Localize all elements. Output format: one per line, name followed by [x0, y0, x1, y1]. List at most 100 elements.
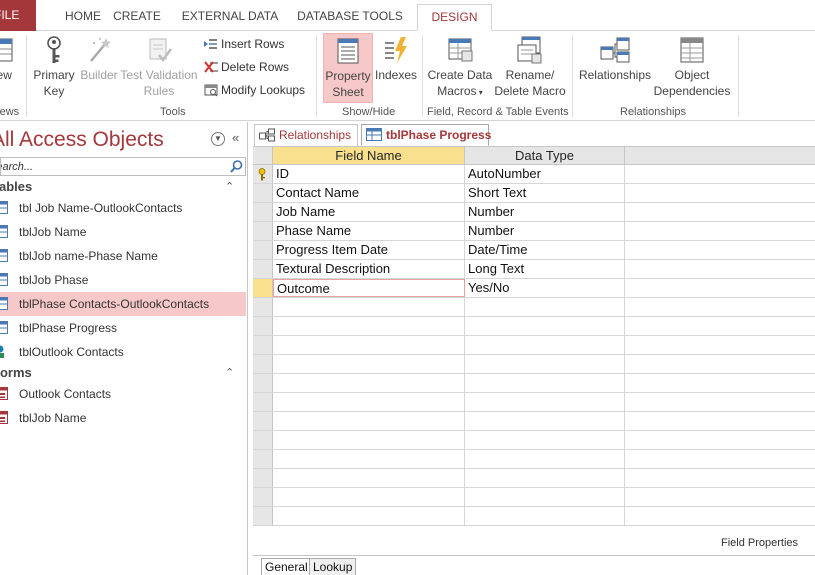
- description-cell[interactable]: [625, 165, 815, 183]
- row-selector[interactable]: [253, 507, 273, 525]
- primary-key-button[interactable]: Primary Key: [31, 33, 77, 103]
- tab-general[interactable]: General: [261, 558, 312, 575]
- tab-external-data[interactable]: EXTERNAL DATA: [178, 4, 282, 31]
- field-name-cell-focused[interactable]: Outcome: [273, 279, 465, 297]
- description-cell[interactable]: [625, 336, 815, 354]
- row-selector[interactable]: [253, 165, 273, 183]
- field-name-cell[interactable]: [273, 317, 465, 335]
- row-selector[interactable]: [253, 393, 273, 411]
- description-cell[interactable]: [625, 431, 815, 449]
- data-type-cell[interactable]: [465, 393, 625, 411]
- field-name-cell[interactable]: [273, 507, 465, 525]
- data-type-cell[interactable]: [465, 298, 625, 316]
- row-selector[interactable]: [253, 374, 273, 392]
- row-selector[interactable]: [253, 260, 273, 278]
- create-data-macros-button[interactable]: Create Data Macros ▾: [426, 33, 494, 103]
- data-type-cell[interactable]: AutoNumber: [465, 165, 625, 183]
- description-cell[interactable]: [625, 184, 815, 202]
- row-selector-header[interactable]: [253, 147, 273, 165]
- data-type-cell[interactable]: Number: [465, 222, 625, 240]
- nav-item-table[interactable]: tblJob name-Phase Name: [0, 244, 246, 268]
- row-selector[interactable]: [253, 317, 273, 335]
- nav-item-table[interactable]: tblJob Name: [0, 220, 246, 244]
- description-cell[interactable]: [625, 241, 815, 259]
- description-cell[interactable]: [625, 355, 815, 373]
- description-cell[interactable]: [625, 450, 815, 468]
- data-type-cell[interactable]: Number: [465, 203, 625, 221]
- relationships-button[interactable]: Relationships: [578, 33, 652, 103]
- navigation-search-input[interactable]: [1, 159, 221, 175]
- data-type-cell[interactable]: [465, 507, 625, 525]
- search-icon[interactable]: [229, 159, 244, 174]
- nav-item-table[interactable]: tblOutlook Contacts: [0, 340, 246, 364]
- data-type-cell[interactable]: [465, 431, 625, 449]
- field-name-column-header[interactable]: Field Name: [273, 147, 465, 165]
- data-type-cell[interactable]: Short Text: [465, 184, 625, 202]
- data-type-cell[interactable]: [465, 374, 625, 392]
- description-cell[interactable]: [625, 317, 815, 335]
- field-name-cell[interactable]: [273, 412, 465, 430]
- tab-design[interactable]: DESIGN: [417, 4, 492, 31]
- field-name-cell[interactable]: Phase Name: [273, 222, 465, 240]
- field-name-cell[interactable]: Progress Item Date: [273, 241, 465, 259]
- data-type-cell[interactable]: Yes/No: [465, 279, 625, 297]
- data-type-cell[interactable]: Date/Time: [465, 241, 625, 259]
- object-dependencies-button[interactable]: Object Dependencies: [652, 33, 732, 103]
- row-selector[interactable]: [253, 412, 273, 430]
- field-name-cell[interactable]: ID: [273, 165, 465, 183]
- description-cell[interactable]: [625, 393, 815, 411]
- data-type-cell[interactable]: [465, 469, 625, 487]
- row-selector[interactable]: [253, 203, 273, 221]
- description-cell[interactable]: [625, 412, 815, 430]
- row-selector[interactable]: [253, 450, 273, 468]
- data-type-cell[interactable]: [465, 412, 625, 430]
- row-selector-current[interactable]: [253, 279, 273, 297]
- test-validation-rules-button[interactable]: Test Validation Rules: [120, 33, 198, 103]
- description-cell[interactable]: [625, 469, 815, 487]
- data-type-cell[interactable]: [465, 488, 625, 506]
- rename-delete-macro-button[interactable]: Rename/ Delete Macro: [494, 33, 566, 103]
- doc-tab-tblphase-progress[interactable]: tblPhase Progress: [361, 124, 491, 146]
- builder-button[interactable]: Builder: [78, 33, 120, 103]
- data-type-cell[interactable]: [465, 450, 625, 468]
- nav-item-table[interactable]: tbl Job Name-OutlookContacts: [0, 196, 246, 220]
- navigation-pane-title[interactable]: All Access Objects: [0, 128, 164, 152]
- row-selector[interactable]: [253, 431, 273, 449]
- field-name-cell[interactable]: Textural Description: [273, 260, 465, 278]
- collapse-pane-icon[interactable]: «: [232, 130, 239, 145]
- chevron-down-icon[interactable]: ▼: [211, 132, 225, 146]
- description-cell[interactable]: [625, 507, 815, 525]
- nav-item-table[interactable]: tblPhase Progress: [0, 316, 246, 340]
- tab-lookup[interactable]: Lookup: [309, 558, 357, 575]
- data-type-cell[interactable]: [465, 355, 625, 373]
- field-name-cell[interactable]: Contact Name: [273, 184, 465, 202]
- delete-rows-button[interactable]: Delete Rows: [204, 57, 289, 77]
- field-name-cell[interactable]: Job Name: [273, 203, 465, 221]
- description-cell[interactable]: [625, 203, 815, 221]
- data-type-cell[interactable]: Long Text: [465, 260, 625, 278]
- row-selector[interactable]: [253, 184, 273, 202]
- field-name-cell[interactable]: [273, 355, 465, 373]
- modify-lookups-button[interactable]: Modify Lookups: [204, 80, 305, 100]
- description-cell[interactable]: [625, 488, 815, 506]
- field-name-cell[interactable]: [273, 469, 465, 487]
- description-cell[interactable]: [625, 260, 815, 278]
- field-name-cell[interactable]: [273, 450, 465, 468]
- doc-tab-relationships[interactable]: Relationships: [254, 124, 358, 146]
- field-name-cell[interactable]: [273, 431, 465, 449]
- tab-database-tools[interactable]: DATABASE TOOLS: [294, 4, 406, 31]
- tab-create[interactable]: CREATE: [106, 4, 168, 31]
- row-selector[interactable]: [253, 336, 273, 354]
- field-name-cell[interactable]: [273, 488, 465, 506]
- property-sheet-button[interactable]: Property Sheet: [323, 33, 373, 103]
- row-selector[interactable]: [253, 488, 273, 506]
- row-selector[interactable]: [253, 298, 273, 316]
- data-type-cell[interactable]: [465, 317, 625, 335]
- description-cell[interactable]: [625, 279, 815, 297]
- row-selector[interactable]: [253, 469, 273, 487]
- description-cell[interactable]: [625, 374, 815, 392]
- tab-file[interactable]: FILE: [0, 0, 36, 31]
- nav-item-form[interactable]: tblJob Name: [0, 406, 246, 430]
- description-cell[interactable]: [625, 298, 815, 316]
- nav-item-table-selected[interactable]: tblPhase Contacts-OutlookContacts: [0, 292, 246, 316]
